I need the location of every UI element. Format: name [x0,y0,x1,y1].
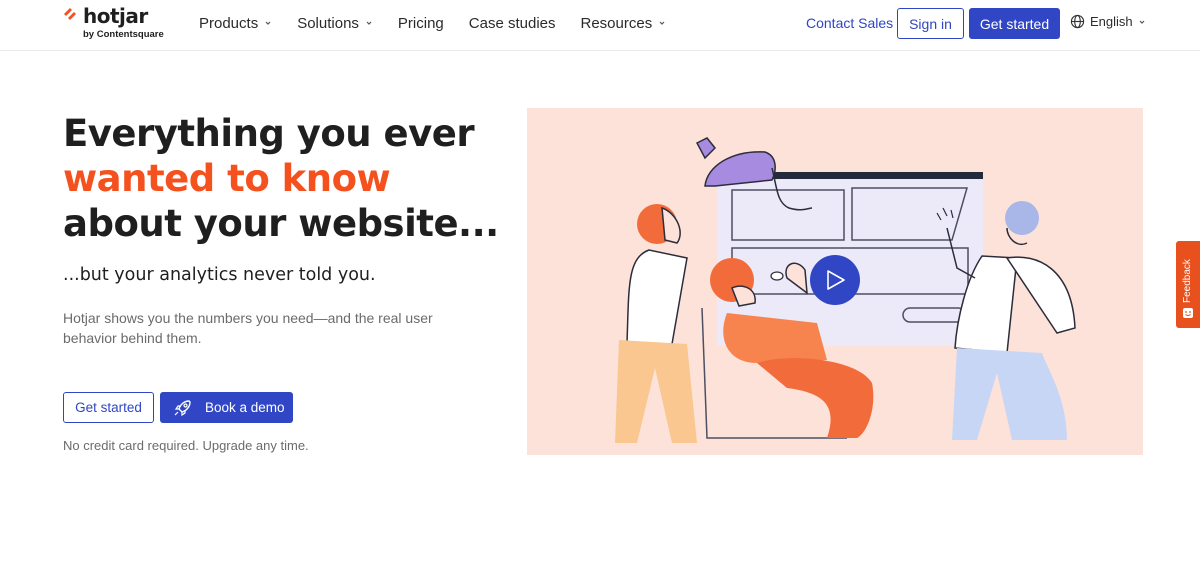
globe-icon [1070,14,1085,29]
hero-headline: Everything you ever wanted to know about … [63,111,503,246]
nav-item-label: Case studies [468,14,556,32]
headline-part-2: about your website... [63,202,499,245]
nav-item-label: Products [199,14,259,32]
man-standing-figure [1005,201,1039,235]
nav-item-case-studies[interactable]: Case studies [469,15,556,32]
chevron-down-icon [659,21,665,25]
hotjar-logo-mark-icon [64,8,76,20]
nav-item-label: Pricing [397,14,444,32]
nav-item-solutions[interactable]: Solutions [297,15,373,32]
site-header: hotjar by Contentsquare Products Solutio… [0,0,1200,51]
nav-item-pricing[interactable]: Pricing [398,15,444,32]
hotjar-logo[interactable]: hotjar by Contentsquare [63,4,173,44]
book-demo-button[interactable]: Book a demo [160,392,293,423]
language-label: English [1090,14,1133,29]
rocket-icon [174,399,191,416]
contact-sales-link[interactable]: Contact Sales [806,15,893,31]
nav-item-label: Solutions [297,14,359,32]
nav-item-products[interactable]: Products [199,15,272,32]
headline-part-1: Everything you ever [63,112,475,155]
chevron-down-icon [1139,20,1145,24]
feedback-label: Feedback [1182,259,1193,303]
logo-wordmark: hotjar [83,4,148,28]
header-get-started-button[interactable]: Get started [969,8,1060,39]
hero-description: Hotjar shows you the numbers you need—an… [63,310,433,346]
hero-get-started-button[interactable]: Get started [63,392,154,423]
cat-figure [704,151,776,187]
nav-item-resources[interactable]: Resources [581,15,667,32]
feedback-tab[interactable]: Feedback [1176,241,1200,328]
nav-item-label: Resources [580,14,653,32]
feedback-smiley-icon [1183,308,1193,318]
headline-accent: wanted to know [63,157,391,200]
sign-in-button[interactable]: Sign in [897,8,964,39]
hero-subheadline: ...but your analytics never told you. [63,265,376,285]
hero-illustration [527,108,1143,455]
no-credit-card-note: No credit card required. Upgrade any tim… [63,438,309,453]
book-demo-label: Book a demo [205,400,285,415]
main-nav: Products Solutions Pricing Case studies … [199,0,691,46]
chevron-down-icon [265,21,271,25]
logo-subtitle: by Contentsquare [83,29,164,40]
language-selector[interactable]: English [1070,14,1151,29]
play-video-button[interactable] [810,255,860,305]
chevron-down-icon [366,21,372,25]
hero-illustration-art [615,137,1076,443]
